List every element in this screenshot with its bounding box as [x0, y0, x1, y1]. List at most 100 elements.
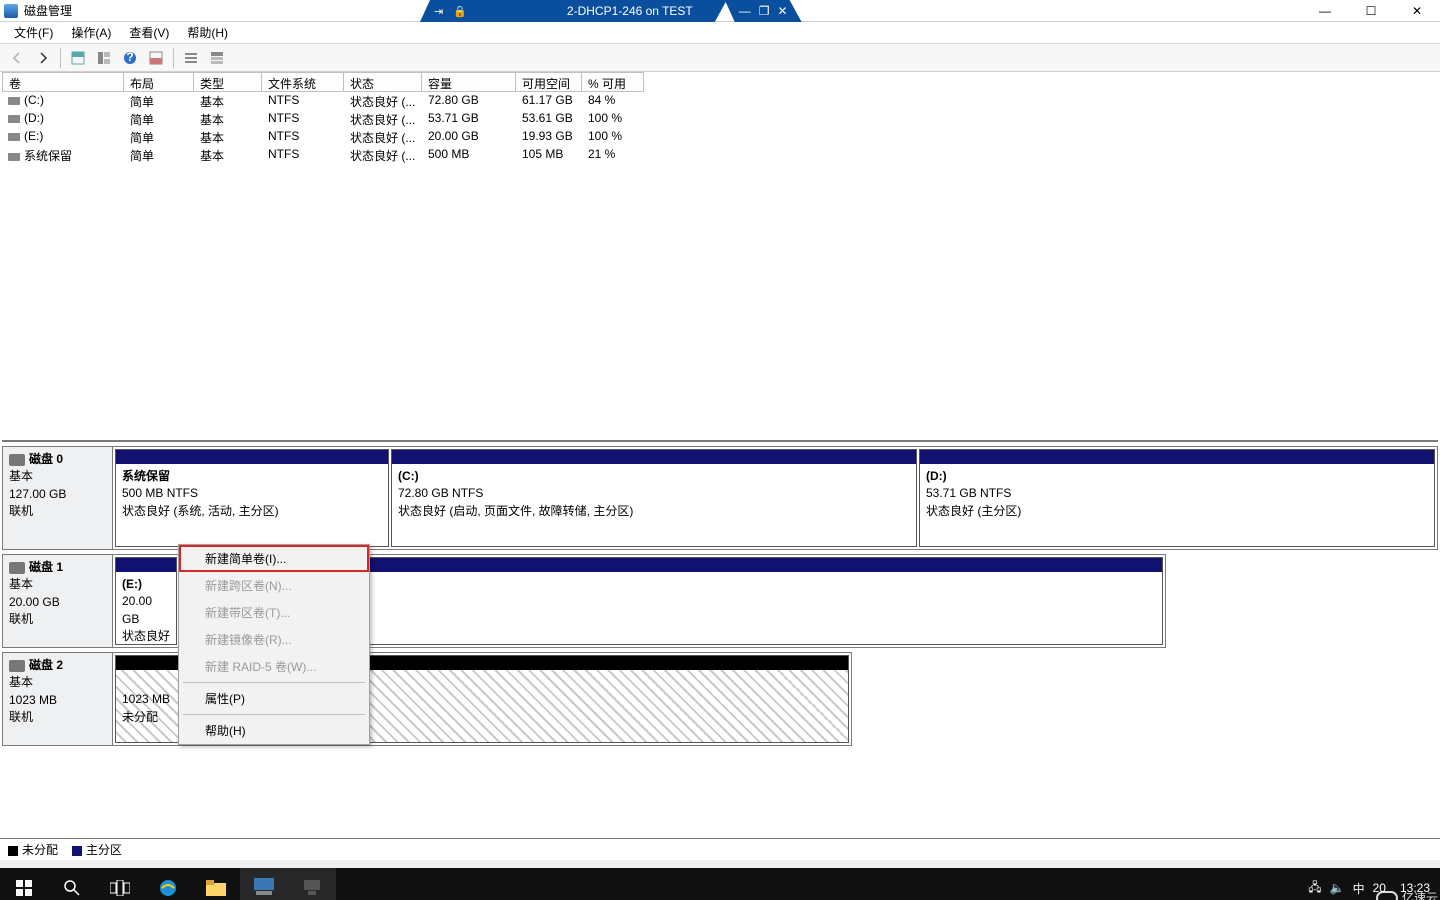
vm-tab-title: 2-DHCP1-246 on TEST: [567, 4, 693, 18]
volume-row[interactable]: (C:) 简单 基本 NTFS 状态良好 (... 72.80 GB 61.17…: [2, 92, 1438, 110]
disk-title: 磁盘 2: [29, 658, 63, 672]
menu-help[interactable]: 帮助(H): [179, 22, 236, 43]
context-menu: 新建简单卷(I)... 新建跨区卷(N)... 新建带区卷(T)... 新建镜像…: [178, 544, 370, 745]
partition-d[interactable]: (D:) 53.71 GB NTFS 状态良好 (主分区): [919, 449, 1435, 547]
legend-unallocated: 未分配: [8, 841, 58, 858]
disk-icon: [9, 562, 25, 574]
toolbar: ?: [0, 44, 1440, 72]
vm-tab: ⇥ 🔒 2-DHCP1-246 on TEST — ❐ ✕: [420, 0, 802, 22]
volume-name: 系统保留: [24, 149, 72, 163]
partition-stripe: [116, 450, 388, 464]
taskbar-ie[interactable]: [144, 868, 192, 900]
window-title: 磁盘管理: [24, 2, 72, 19]
col-volume[interactable]: 卷: [2, 72, 124, 92]
drive-icon: [8, 153, 20, 161]
disk-label[interactable]: 磁盘 0 基本 127.00 GB 联机: [3, 447, 113, 549]
partition-system-reserved[interactable]: 系统保留 500 MB NTFS 状态良好 (系统, 活动, 主分区): [115, 449, 389, 547]
tray-volume-icon[interactable]: 🔈: [1330, 881, 1345, 895]
volume-row[interactable]: 系统保留 简单 基本 NTFS 状态良好 (... 500 MB 105 MB …: [2, 146, 1438, 164]
search-button[interactable]: [48, 868, 96, 900]
lock-icon[interactable]: 🔒: [453, 5, 467, 18]
col-layout[interactable]: 布局: [124, 72, 194, 92]
settings-button[interactable]: [145, 47, 167, 69]
tray-ime[interactable]: 中: [1353, 880, 1365, 897]
detail-view-button[interactable]: [206, 47, 228, 69]
drive-icon: [8, 115, 20, 123]
start-button[interactable]: [0, 868, 48, 900]
taskbar-server-manager[interactable]: [288, 868, 336, 900]
ctx-separator: [183, 682, 365, 683]
ctx-separator: [183, 714, 365, 715]
col-type[interactable]: 类型: [194, 72, 262, 92]
ctx-new-striped-volume: 新建带区卷(T)...: [179, 599, 369, 626]
partition-stripe: [392, 450, 916, 464]
view-top-button[interactable]: [67, 47, 89, 69]
status-bar: [0, 860, 1440, 868]
menu-action[interactable]: 操作(A): [63, 22, 119, 43]
disk-title: 磁盘 1: [29, 560, 63, 574]
volume-name: (C:): [24, 93, 44, 107]
drive-icon: [8, 97, 20, 105]
vm-close-icon[interactable]: ✕: [778, 4, 788, 18]
taskbar-explorer[interactable]: [192, 868, 240, 900]
window-close-button[interactable]: ✕: [1394, 0, 1440, 22]
task-view-button[interactable]: [96, 868, 144, 900]
taskbar: 🖧 🔈 中 20 13:23 亿速云: [0, 868, 1440, 900]
volume-columns-header[interactable]: 卷 布局 类型 文件系统 状态 容量 可用空间 % 可用: [2, 72, 1438, 92]
disk-title: 磁盘 0: [29, 452, 63, 466]
ctx-new-spanned-volume: 新建跨区卷(N)...: [179, 572, 369, 599]
volume-row[interactable]: (E:) 简单 基本 NTFS 状态良好 (... 20.00 GB 19.93…: [2, 128, 1438, 146]
ctx-new-raid5-volume: 新建 RAID-5 卷(W)...: [179, 653, 369, 680]
list-view-button[interactable]: [180, 47, 202, 69]
partition-stripe: [116, 558, 176, 572]
taskbar-diskmgmt[interactable]: [240, 868, 288, 900]
tray-network-icon[interactable]: 🖧: [1308, 878, 1321, 899]
volume-row[interactable]: (D:) 简单 基本 NTFS 状态良好 (... 53.71 GB 53.61…: [2, 110, 1438, 128]
window-maximize-button[interactable]: ☐: [1348, 0, 1394, 22]
refresh-button[interactable]: [93, 47, 115, 69]
disk-icon: [9, 454, 25, 466]
partition-c[interactable]: (C:) 72.80 GB NTFS 状态良好 (启动, 页面文件, 故障转储,…: [391, 449, 917, 547]
toolbar-separator: [173, 48, 174, 68]
disk-row-1[interactable]: 磁盘 1 基本 20.00 GB 联机 (E:) 20.00 GB 状态良好 (: [2, 554, 1166, 648]
watermark: 亿速云: [1376, 889, 1438, 900]
ctx-new-simple-volume[interactable]: 新建简单卷(I)...: [179, 545, 369, 572]
app-icon: [4, 4, 18, 18]
ctx-new-mirrored-volume: 新建镜像卷(R)...: [179, 626, 369, 653]
legend-bar: 未分配 主分区: [0, 838, 1440, 860]
volume-name: (D:): [24, 111, 44, 125]
svg-text:?: ?: [126, 51, 133, 64]
menu-file[interactable]: 文件(F): [6, 22, 61, 43]
col-status[interactable]: 状态: [344, 72, 422, 92]
disk-label[interactable]: 磁盘 2 基本 1023 MB 联机: [3, 653, 113, 745]
legend-primary: 主分区: [72, 841, 122, 858]
disk-label[interactable]: 磁盘 1 基本 20.00 GB 联机: [3, 555, 113, 647]
vm-minimize-icon[interactable]: —: [739, 4, 751, 18]
help-button[interactable]: ?: [119, 47, 141, 69]
disk-row-2[interactable]: 磁盘 2 基本 1023 MB 联机 1023 MB 未分配: [2, 652, 852, 746]
partition-name: 系统保留: [122, 469, 170, 483]
volume-list[interactable]: 卷 布局 类型 文件系统 状态 容量 可用空间 % 可用 (C:) 简单 基本 …: [2, 72, 1438, 442]
partition-name: (D:): [926, 469, 947, 483]
partition-name: (C:): [398, 469, 419, 483]
col-fs[interactable]: 文件系统: [262, 72, 344, 92]
menu-view[interactable]: 查看(V): [121, 22, 177, 43]
partition-e[interactable]: (E:) 20.00 GB 状态良好 (: [115, 557, 177, 645]
disk-icon: [9, 660, 25, 672]
vm-restore-icon[interactable]: ❐: [759, 4, 770, 18]
drive-icon: [8, 133, 20, 141]
back-button[interactable]: [6, 47, 28, 69]
forward-button[interactable]: [32, 47, 54, 69]
cloud-icon: [1376, 891, 1398, 900]
window-minimize-button[interactable]: —: [1302, 0, 1348, 22]
partition-stripe: [920, 450, 1434, 464]
pin-icon[interactable]: ⇥: [434, 5, 443, 18]
window-titlebar: 磁盘管理 ⇥ 🔒 2-DHCP1-246 on TEST — ❐ ✕ — ☐ ✕: [0, 0, 1440, 22]
col-capacity[interactable]: 容量: [422, 72, 516, 92]
col-free[interactable]: 可用空间: [516, 72, 582, 92]
ctx-help[interactable]: 帮助(H): [179, 717, 369, 744]
ctx-properties[interactable]: 属性(P): [179, 685, 369, 712]
menu-bar: 文件(F) 操作(A) 查看(V) 帮助(H): [0, 22, 1440, 44]
col-pct[interactable]: % 可用: [582, 72, 644, 92]
disk-row-0[interactable]: 磁盘 0 基本 127.00 GB 联机 系统保留 500 MB NTFS 状态…: [2, 446, 1438, 550]
